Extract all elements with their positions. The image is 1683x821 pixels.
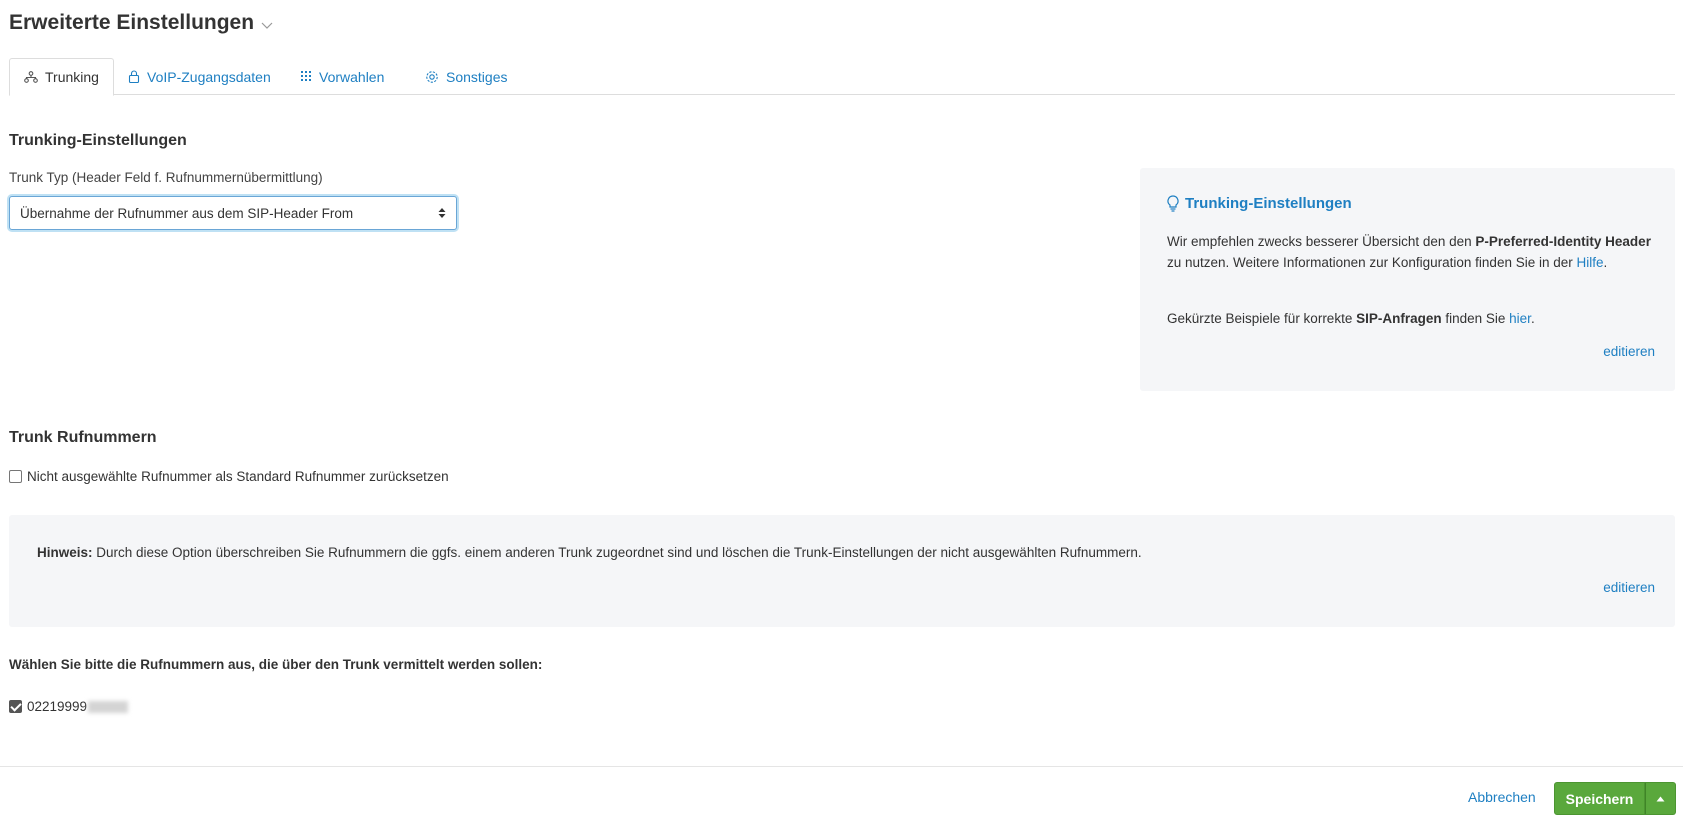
tab-label: Vorwahlen (319, 68, 385, 85)
dialpad-icon (301, 71, 311, 81)
info-title: Trunking-Einstellungen (1167, 195, 1352, 212)
tab-label: Trunking (45, 69, 99, 85)
bold-text: SIP-Anfragen (1356, 311, 1442, 326)
number-checkbox[interactable] (9, 700, 22, 713)
hint-label: Hinweis: (37, 545, 93, 560)
tab-label: Sonstiges (446, 68, 508, 85)
caret-up-icon (1656, 796, 1665, 801)
number-option[interactable]: 02219999 (9, 699, 129, 714)
trunk-type-value: Übernahme der Rufnummer aus dem SIP-Head… (20, 205, 354, 221)
footer-divider (0, 766, 1683, 767)
trunk-type-select[interactable]: Übernahme der Rufnummer aus dem SIP-Head… (9, 196, 457, 230)
settings-tabs: Trunking VoIP-Zugangsdaten Vorwahlen Son… (9, 58, 1675, 96)
bold-text: P-Preferred-Identity Header (1475, 234, 1651, 249)
tab-misc[interactable]: Sonstiges (411, 58, 521, 95)
page-title: Erweiterte Einstellungen (9, 11, 255, 34)
reset-numbers-option[interactable]: Nicht ausgewählte Rufnummer als Standard… (9, 469, 449, 484)
trunk-numbers-section-title: Trunk Rufnummern (9, 429, 157, 446)
examples-link[interactable]: hier (1509, 311, 1531, 326)
gear-icon (426, 70, 438, 83)
lightbulb-icon (1167, 195, 1179, 212)
text: zu nutzen. Weitere Informationen zur Kon… (1167, 255, 1577, 270)
info-title-text: Trunking-Einstellungen (1185, 195, 1352, 212)
text: . (1530, 311, 1535, 326)
network-icon (24, 71, 38, 83)
reset-numbers-label: Nicht ausgewählte Rufnummer als Standard… (27, 469, 449, 484)
chevron-down-icon (261, 22, 273, 29)
tab-area-codes[interactable]: Vorwahlen (286, 58, 398, 95)
hint-body: Durch diese Option überschreiben Sie Ruf… (92, 545, 1142, 560)
help-link[interactable]: Hilfe (1577, 255, 1604, 270)
redacted-digits (88, 700, 129, 713)
number-value: 02219999 (27, 699, 88, 714)
info-edit-link[interactable]: editieren (1603, 344, 1655, 359)
trunking-info-panel: Trunking-Einstellungen Wir empfehlen zwe… (1140, 168, 1675, 391)
hint-edit-link[interactable]: editieren (1603, 580, 1655, 595)
tab-voip-credentials[interactable]: VoIP-Zugangsdaten (114, 58, 285, 95)
reset-numbers-checkbox[interactable] (9, 470, 22, 483)
trunk-type-label: Trunk Typ (Header Feld f. Rufnummernüber… (9, 170, 323, 185)
tab-trunking[interactable]: Trunking (9, 58, 114, 96)
text: finden Sie (1441, 311, 1510, 326)
text: . (1603, 255, 1608, 270)
hint-panel: Hinweis: Durch diese Option überschreibe… (9, 515, 1675, 627)
select-arrows-icon (438, 208, 446, 218)
text: Wir empfehlen zwecks besserer Übersicht … (1167, 234, 1476, 249)
cancel-button[interactable]: Abbrechen (1468, 789, 1536, 805)
save-button[interactable]: Speichern (1554, 782, 1645, 815)
save-button-group: Speichern (1554, 782, 1676, 815)
lock-icon (128, 70, 140, 83)
number-select-prompt: Wählen Sie bitte die Rufnummern aus, die… (9, 657, 543, 672)
advanced-settings-page: Erweiterte Einstellungen Trunking VoIP-Z… (0, 0, 1683, 821)
trunking-section-title: Trunking-Einstellungen (9, 132, 187, 149)
save-options-toggle[interactable] (1645, 782, 1676, 815)
info-paragraph-2: Gekürzte Beispiele für korrekte SIP-Anfr… (1167, 308, 1657, 329)
text: Gekürzte Beispiele für korrekte (1167, 311, 1357, 326)
hint-text: Hinweis: Durch diese Option überschreibe… (37, 545, 1142, 560)
info-paragraph-1: Wir empfehlen zwecks besserer Übersicht … (1167, 231, 1657, 273)
tab-label: VoIP-Zugangsdaten (147, 68, 271, 85)
page-title-dropdown[interactable]: Erweiterte Einstellungen (9, 11, 274, 35)
